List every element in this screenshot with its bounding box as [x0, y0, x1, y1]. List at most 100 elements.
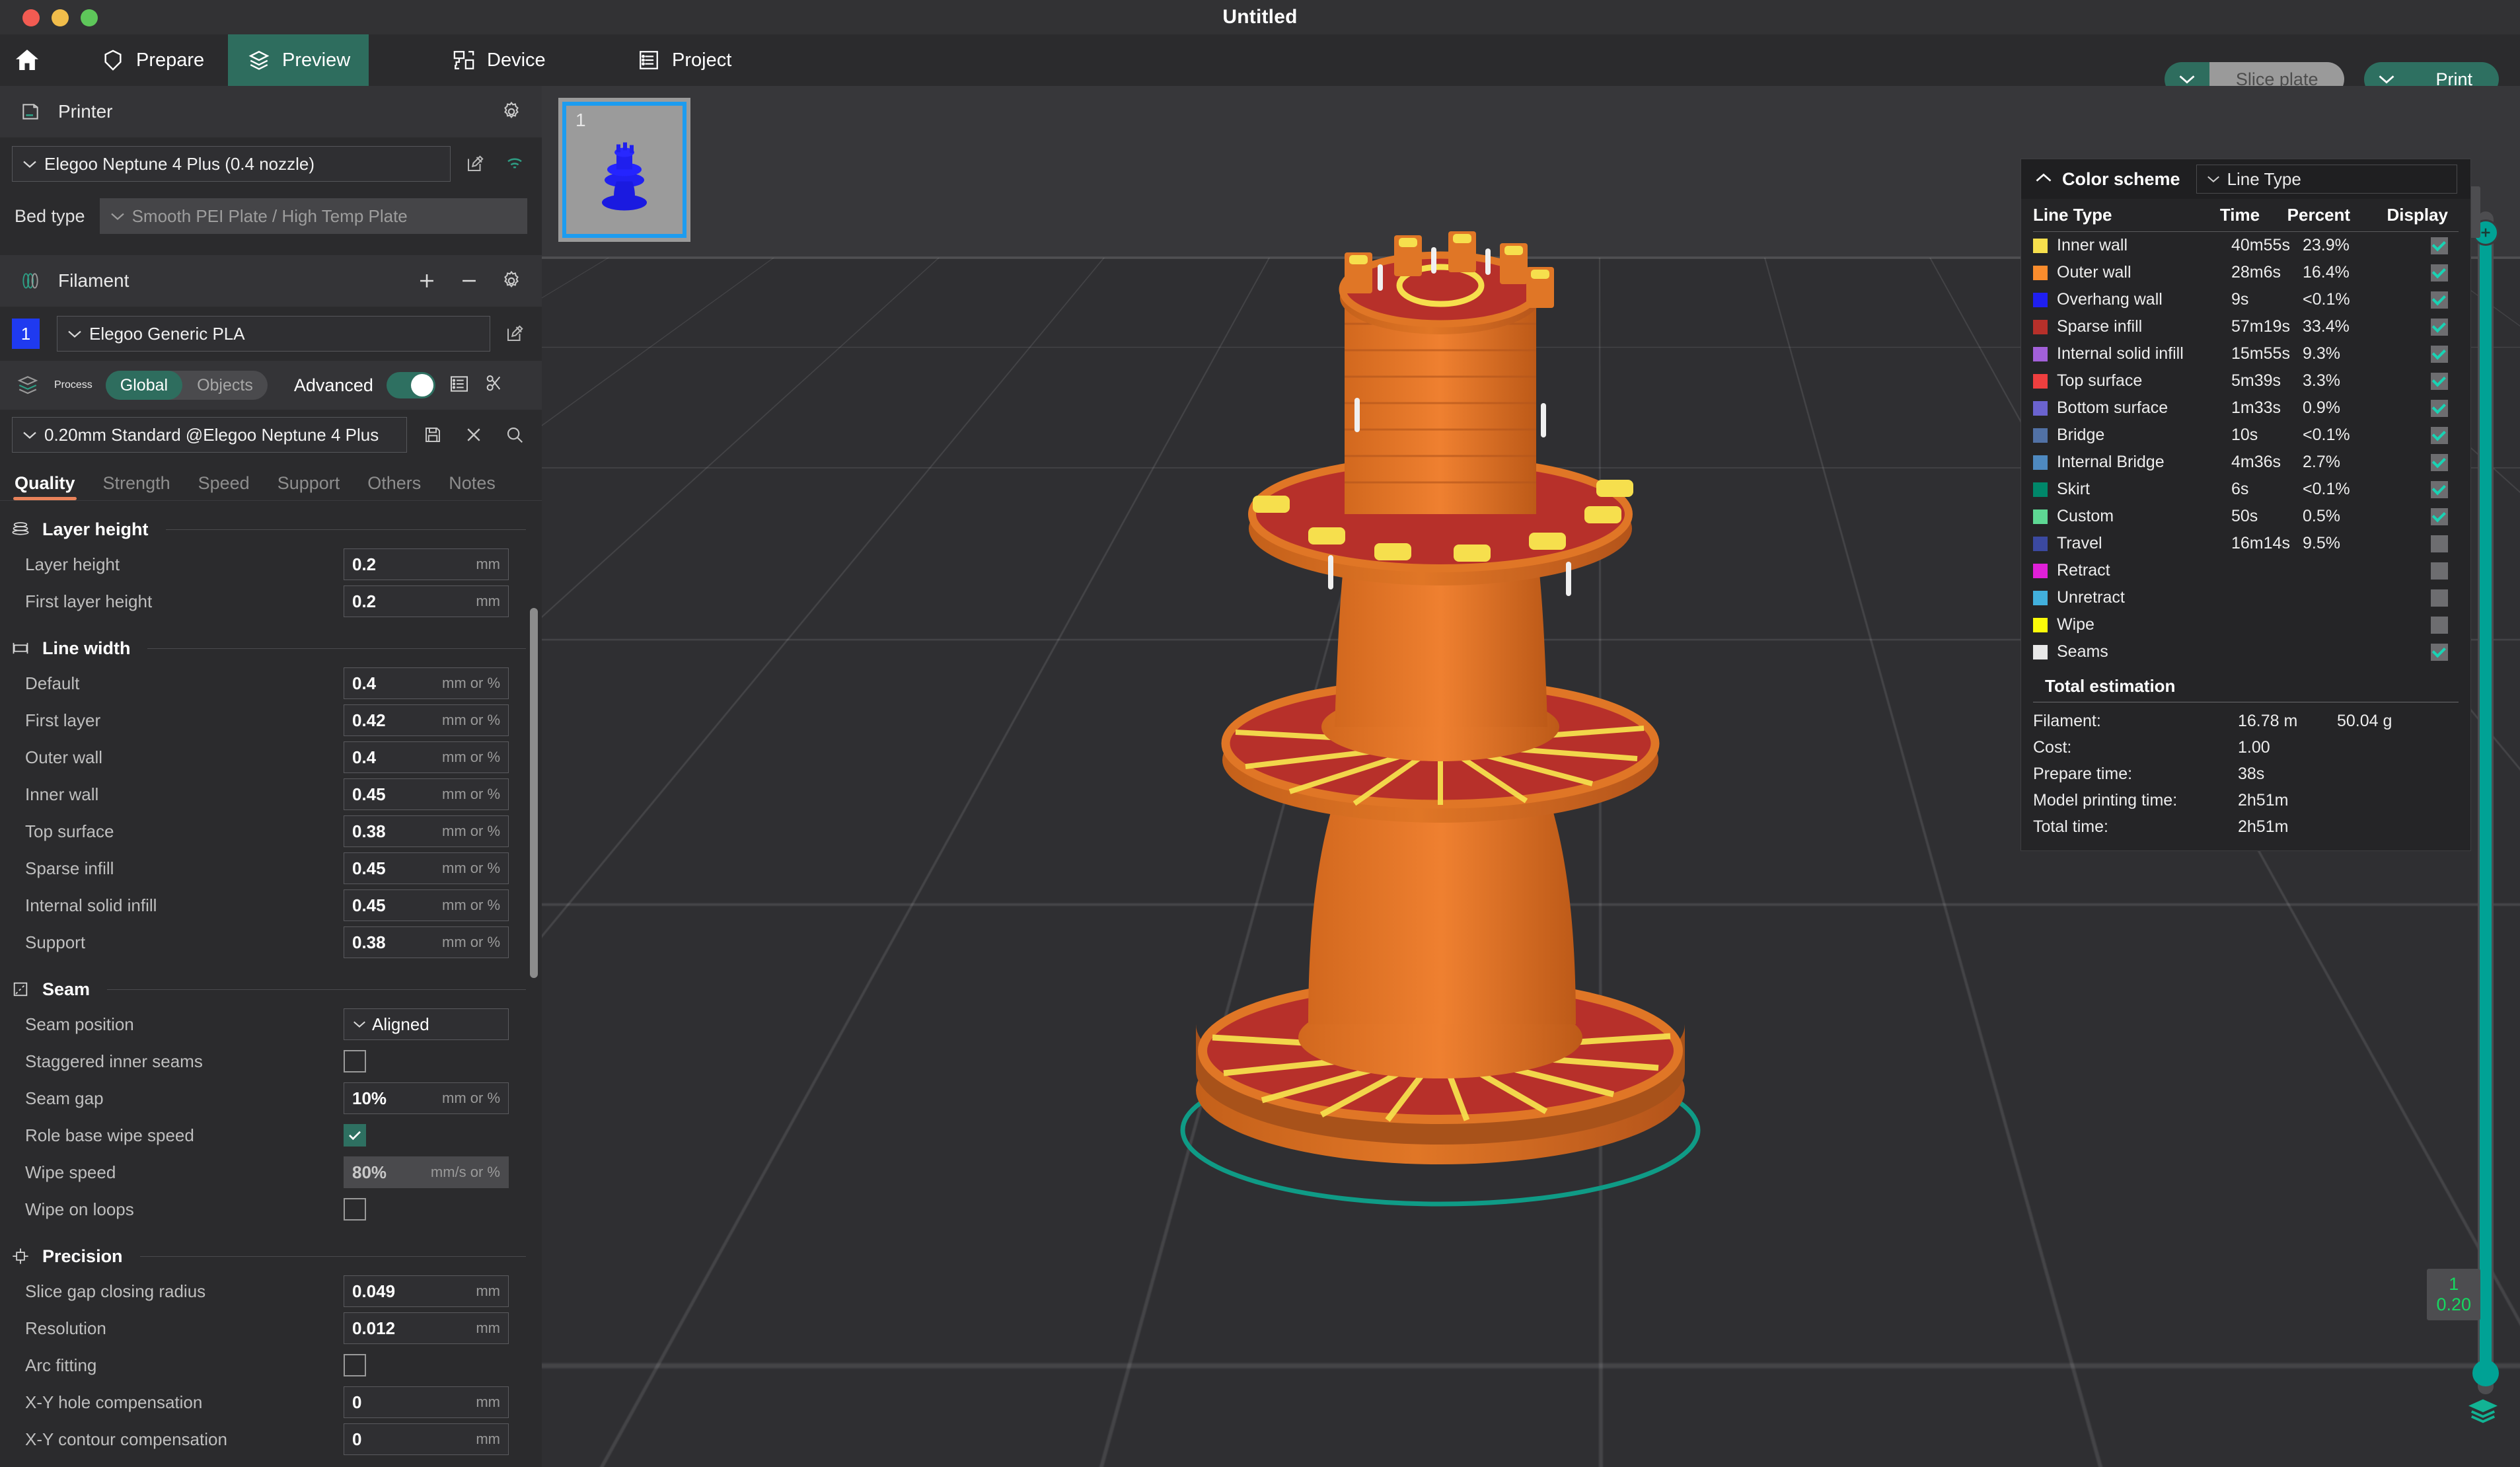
process-tabs[interactable]: Quality Strength Speed Support Others No… [0, 460, 542, 501]
setting-input[interactable]: 0.38 mm or % [344, 815, 509, 847]
display-checkbox[interactable] [2431, 372, 2448, 390]
filament-add-icon[interactable] [412, 266, 441, 295]
chevron-up-icon[interactable] [2034, 172, 2053, 187]
display-checkbox[interactable] [2431, 480, 2448, 498]
setting-input[interactable]: 0.45 mm or % [344, 778, 509, 810]
tab-project-label: Project [672, 49, 732, 71]
display-checkbox[interactable] [2431, 426, 2448, 444]
setting-input[interactable]: 0.42 mm or % [344, 704, 509, 736]
layer-slider-lower-handle[interactable] [2472, 1360, 2499, 1386]
precision-icon [9, 1245, 32, 1267]
bed-type-select[interactable]: Smooth PEI Plate / High Temp Plate [99, 198, 527, 234]
setting-label: First layer height [25, 591, 153, 611]
setting-label: Seam gap [25, 1088, 104, 1108]
display-checkbox[interactable] [2431, 318, 2448, 336]
process-list-settings-icon[interactable] [449, 373, 470, 398]
setting-input[interactable]: 0.4 mm or % [344, 667, 509, 699]
tab-speed[interactable]: Speed [198, 473, 250, 500]
setting-select[interactable]: Aligned [344, 1008, 509, 1040]
process-scope-objects[interactable]: Objects [182, 371, 268, 400]
color-scheme-mode-select[interactable]: Line Type [2196, 165, 2457, 194]
filament-select[interactable]: Elegoo Generic PLA [57, 316, 490, 352]
display-checkbox[interactable] [2431, 399, 2448, 417]
display-checkbox[interactable] [2431, 589, 2448, 607]
filament-edit-icon[interactable] [500, 319, 530, 349]
filament-remove-icon[interactable] [455, 266, 484, 295]
setting-checkbox[interactable] [344, 1354, 366, 1376]
color-swatch [2033, 265, 2048, 280]
display-checkbox[interactable] [2431, 562, 2448, 580]
line-type-name: Skirt [2057, 480, 2090, 498]
tab-prepare[interactable]: Prepare [82, 34, 223, 86]
tab-device[interactable]: Device [433, 34, 564, 86]
display-checkbox[interactable] [2431, 291, 2448, 309]
layers-view-icon[interactable] [2466, 1396, 2501, 1427]
plate-thumbnail[interactable]: 1 [558, 98, 690, 242]
display-checkbox[interactable] [2431, 345, 2448, 363]
setting-row: Seam gap 10% mm or % [0, 1080, 542, 1117]
printer-edit-icon[interactable] [460, 149, 490, 179]
setting-label: Role base wipe speed [25, 1125, 194, 1145]
total-estimation-row: Total time: 2h51m [2033, 813, 2459, 840]
layer-slider-vertical[interactable] [2466, 211, 2505, 1394]
setting-input[interactable]: 0.012 mm [344, 1312, 509, 1344]
printer-gear-icon[interactable] [497, 97, 526, 126]
tab-support[interactable]: Support [278, 473, 340, 500]
display-checkbox[interactable] [2431, 508, 2448, 525]
display-checkbox[interactable] [2431, 616, 2448, 634]
line-type-percent: <0.1% [2303, 480, 2350, 498]
setting-input[interactable]: 0.4 mm or % [344, 741, 509, 773]
setting-unit: mm or % [442, 860, 500, 876]
tab-project[interactable]: Project [618, 34, 750, 86]
display-checkbox[interactable] [2431, 643, 2448, 661]
tab-quality[interactable]: Quality [13, 473, 77, 500]
setting-value: 0.45 [352, 895, 386, 915]
setting-input[interactable]: 0.45 mm or % [344, 889, 509, 921]
3d-viewport[interactable]: 1 1 0.20 351 Color scheme Line Type Line… [542, 86, 2520, 1467]
tab-strength[interactable]: Strength [103, 473, 170, 500]
color-scheme-row: Seams [2033, 638, 2459, 665]
display-checkbox[interactable] [2431, 237, 2448, 254]
tab-preview[interactable]: Preview [228, 34, 369, 86]
setting-checkbox[interactable] [344, 1198, 366, 1221]
setting-input[interactable]: 0.38 mm or % [344, 926, 509, 958]
sidebar-scrollbar[interactable] [530, 608, 538, 978]
display-checkbox[interactable] [2431, 535, 2448, 552]
filament-gear-icon[interactable] [497, 266, 526, 295]
display-checkbox[interactable] [2431, 264, 2448, 282]
setting-input[interactable]: 80% mm/s or % [344, 1156, 509, 1188]
tab-notes[interactable]: Notes [449, 473, 496, 500]
setting-input[interactable]: 0.2 mm [344, 548, 509, 580]
advanced-toggle[interactable] [386, 372, 435, 398]
setting-input[interactable]: 0.049 mm [344, 1275, 509, 1307]
process-compare-icon[interactable] [483, 373, 504, 398]
setting-input[interactable]: 0 mm [344, 1386, 509, 1418]
setting-value: 0.42 [352, 710, 386, 730]
filament-index-badge[interactable]: 1 [12, 319, 40, 349]
setting-label: Support [25, 932, 86, 952]
home-icon[interactable] [8, 43, 46, 77]
process-scope-segmented[interactable]: Global Objects [105, 371, 268, 400]
setting-label: X-Y hole compensation [25, 1392, 203, 1412]
setting-checkbox[interactable] [344, 1124, 366, 1147]
tab-others[interactable]: Others [367, 473, 421, 500]
printer-select[interactable]: Elegoo Neptune 4 Plus (0.4 nozzle) [12, 146, 451, 182]
process-preset-select[interactable]: 0.20mm Standard @Elegoo Neptune 4 Plus [12, 417, 407, 453]
process-scope-global[interactable]: Global [105, 371, 183, 400]
col-display: Display [2387, 205, 2449, 225]
process-save-icon[interactable] [418, 420, 448, 450]
process-delete-icon[interactable] [459, 420, 489, 450]
setting-input[interactable]: 0 mm [344, 1423, 509, 1455]
process-search-icon[interactable] [500, 420, 530, 450]
setting-input[interactable]: 0.45 mm or % [344, 852, 509, 884]
moves-slider-handle[interactable] [2290, 1406, 2323, 1439]
sliced-model[interactable] [1044, 99, 1837, 1355]
moves-slider-horizontal[interactable]: 351 [852, 1404, 2400, 1439]
color-scheme-row: Bridge 10s <0.1% [2033, 422, 2459, 449]
printer-wifi-icon[interactable] [500, 149, 530, 179]
setting-input[interactable]: 0.2 mm [344, 585, 509, 617]
setting-input[interactable]: 10% mm or % [344, 1082, 509, 1114]
setting-checkbox[interactable] [344, 1050, 366, 1072]
display-checkbox[interactable] [2431, 453, 2448, 471]
bed-type-row: Bed type Smooth PEI Plate / High Temp Pl… [0, 190, 542, 242]
